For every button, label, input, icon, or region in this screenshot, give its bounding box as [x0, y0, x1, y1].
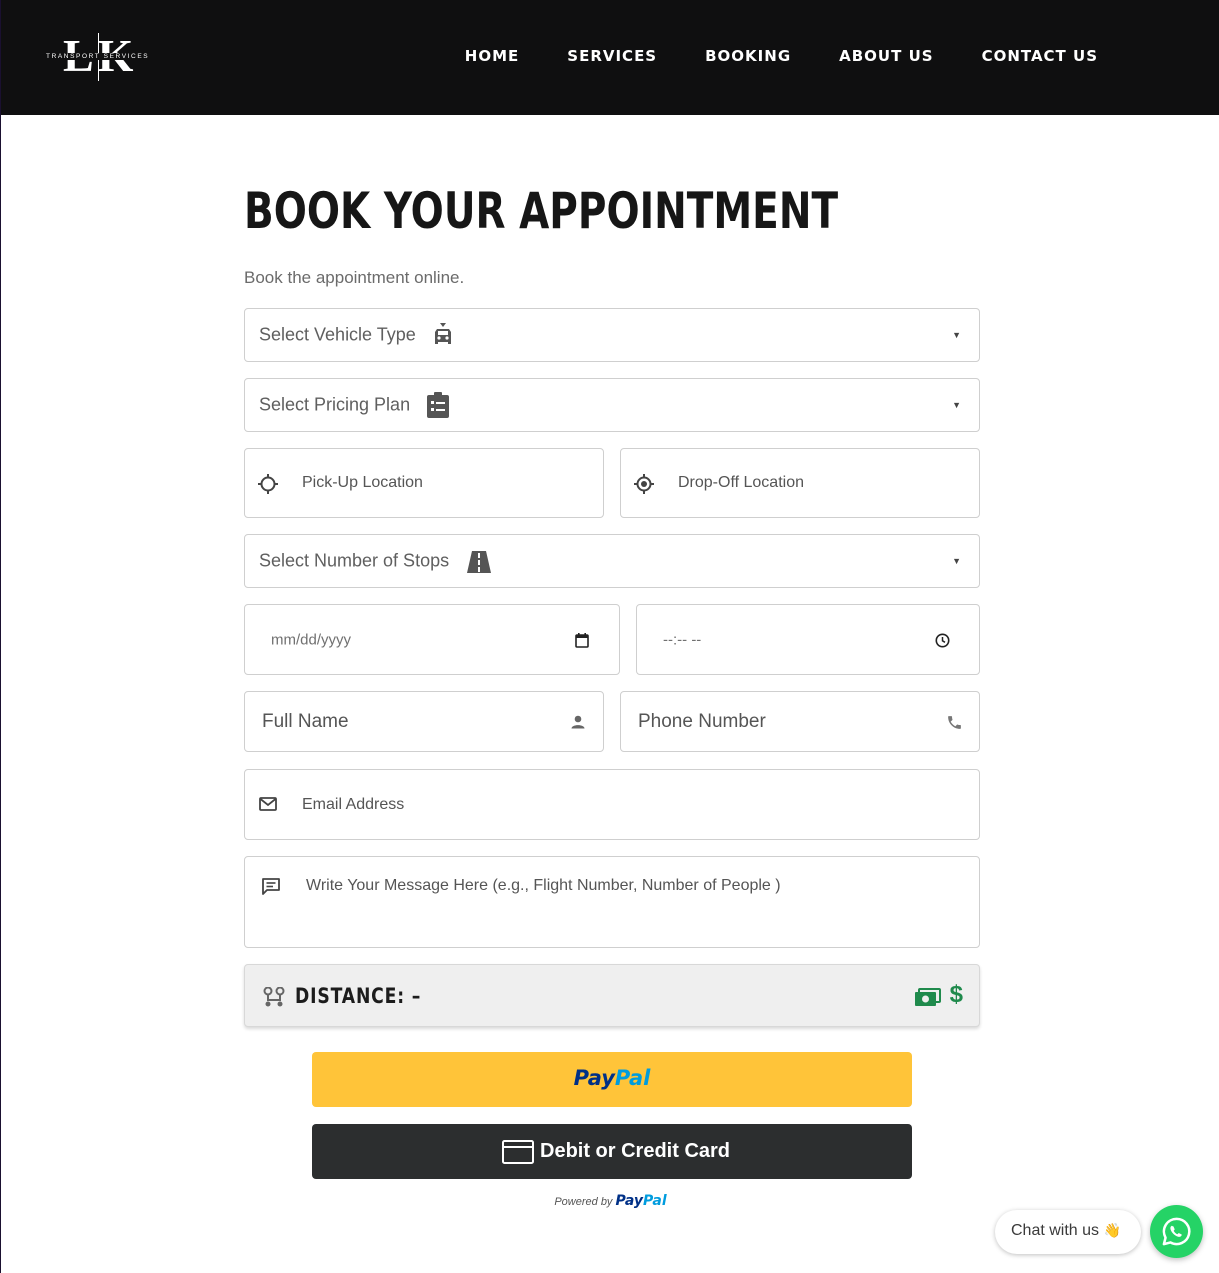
- page-title: BOOK YOUR APPOINTMENT: [244, 182, 839, 240]
- calendar-icon[interactable]: [575, 633, 589, 653]
- wave-emoji: 👋: [1103, 1222, 1121, 1238]
- distance-panel: DISTANCE: – $: [244, 964, 980, 1027]
- price-value: $: [949, 981, 963, 1008]
- paypal-button[interactable]: PayPal: [312, 1052, 912, 1107]
- pricing-plan-placeholder: Select Pricing Plan: [259, 394, 411, 415]
- message-textarea[interactable]: Write Your Message Here (e.g., Flight Nu…: [244, 856, 980, 948]
- vehicle-type-placeholder: Select Vehicle Type: [259, 324, 416, 345]
- email-placeholder: Email Address: [302, 795, 405, 813]
- pickup-placeholder: Pick-Up Location: [302, 474, 423, 491]
- date-input[interactable]: mm/dd/yyyy: [244, 604, 620, 675]
- car-icon: [431, 322, 455, 355]
- chat-with-us-button[interactable]: Chat with us 👋: [995, 1210, 1141, 1254]
- logo-subtitle: TRANSPORT SERVICES: [45, 53, 151, 60]
- phone-number-input[interactable]: Phone Number: [620, 691, 980, 752]
- crosshair-icon: [258, 474, 278, 499]
- road-icon: [467, 551, 491, 578]
- whatsapp-button[interactable]: [1150, 1205, 1203, 1258]
- nav-services[interactable]: SERVICES: [567, 46, 657, 66]
- nav-booking[interactable]: BOOKING: [705, 46, 791, 66]
- message-icon: [262, 878, 280, 900]
- card-payment-label: Debit or Credit Card: [540, 1140, 731, 1162]
- credit-card-icon: [502, 1140, 534, 1169]
- date-placeholder: mm/dd/yyyy: [271, 631, 352, 648]
- stops-placeholder: Select Number of Stops: [259, 550, 450, 571]
- phone-icon: [946, 714, 963, 736]
- person-icon: [571, 715, 585, 734]
- full-name-input[interactable]: Full Name: [244, 691, 604, 752]
- pickup-location-input[interactable]: Pick-Up Location: [244, 448, 604, 518]
- nav-about-us[interactable]: ABOUT US: [839, 46, 933, 66]
- powered-paypal-logo: PayPal: [615, 1193, 667, 1209]
- chevron-down-icon: ▼: [952, 330, 961, 340]
- vehicle-type-select[interactable]: Select Vehicle Type ▼: [244, 308, 980, 362]
- distance-label: DISTANCE: –: [295, 984, 422, 1008]
- email-input[interactable]: Email Address: [244, 769, 980, 840]
- dropoff-location-input[interactable]: Drop-Off Location: [620, 448, 980, 518]
- chevron-down-icon: ▼: [952, 556, 961, 566]
- route-icon: [263, 986, 285, 1013]
- full-name-placeholder: Full Name: [262, 710, 349, 732]
- logo[interactable]: LK TRANSPORT SERVICES: [45, 31, 155, 83]
- page-subtitle: Book the appointment online.: [244, 268, 465, 287]
- chevron-down-icon: ▼: [952, 400, 961, 410]
- powered-by-paypal: Powered by PayPal: [554, 1193, 667, 1209]
- clipboard-list-icon: [426, 392, 450, 424]
- paypal-logo: PayPal: [573, 1066, 651, 1090]
- money-icon: [914, 988, 941, 1012]
- nav-home[interactable]: HOME: [465, 46, 519, 66]
- chat-label: Chat with us: [1011, 1222, 1100, 1239]
- card-payment-button[interactable]: Debit or Credit Card: [312, 1124, 912, 1179]
- mail-icon: [259, 797, 277, 817]
- main-nav: HOME SERVICES BOOKING ABOUT US CONTACT U…: [465, 46, 1098, 66]
- phone-placeholder: Phone Number: [638, 710, 766, 732]
- whatsapp-icon: [1161, 1216, 1192, 1252]
- site-header: LK TRANSPORT SERVICES HOME SERVICES BOOK…: [1, 0, 1219, 115]
- time-placeholder: --:-- --: [663, 631, 702, 648]
- message-placeholder: Write Your Message Here (e.g., Flight Nu…: [306, 877, 781, 894]
- stops-select[interactable]: Select Number of Stops ▼: [244, 534, 980, 588]
- dropoff-placeholder: Drop-Off Location: [678, 474, 804, 491]
- pricing-plan-select[interactable]: Select Pricing Plan ▼: [244, 378, 980, 432]
- nav-contact-us[interactable]: CONTACT US: [982, 46, 1098, 66]
- clock-icon[interactable]: [935, 633, 950, 653]
- target-location-icon: [634, 474, 654, 499]
- time-input[interactable]: --:-- --: [636, 604, 980, 675]
